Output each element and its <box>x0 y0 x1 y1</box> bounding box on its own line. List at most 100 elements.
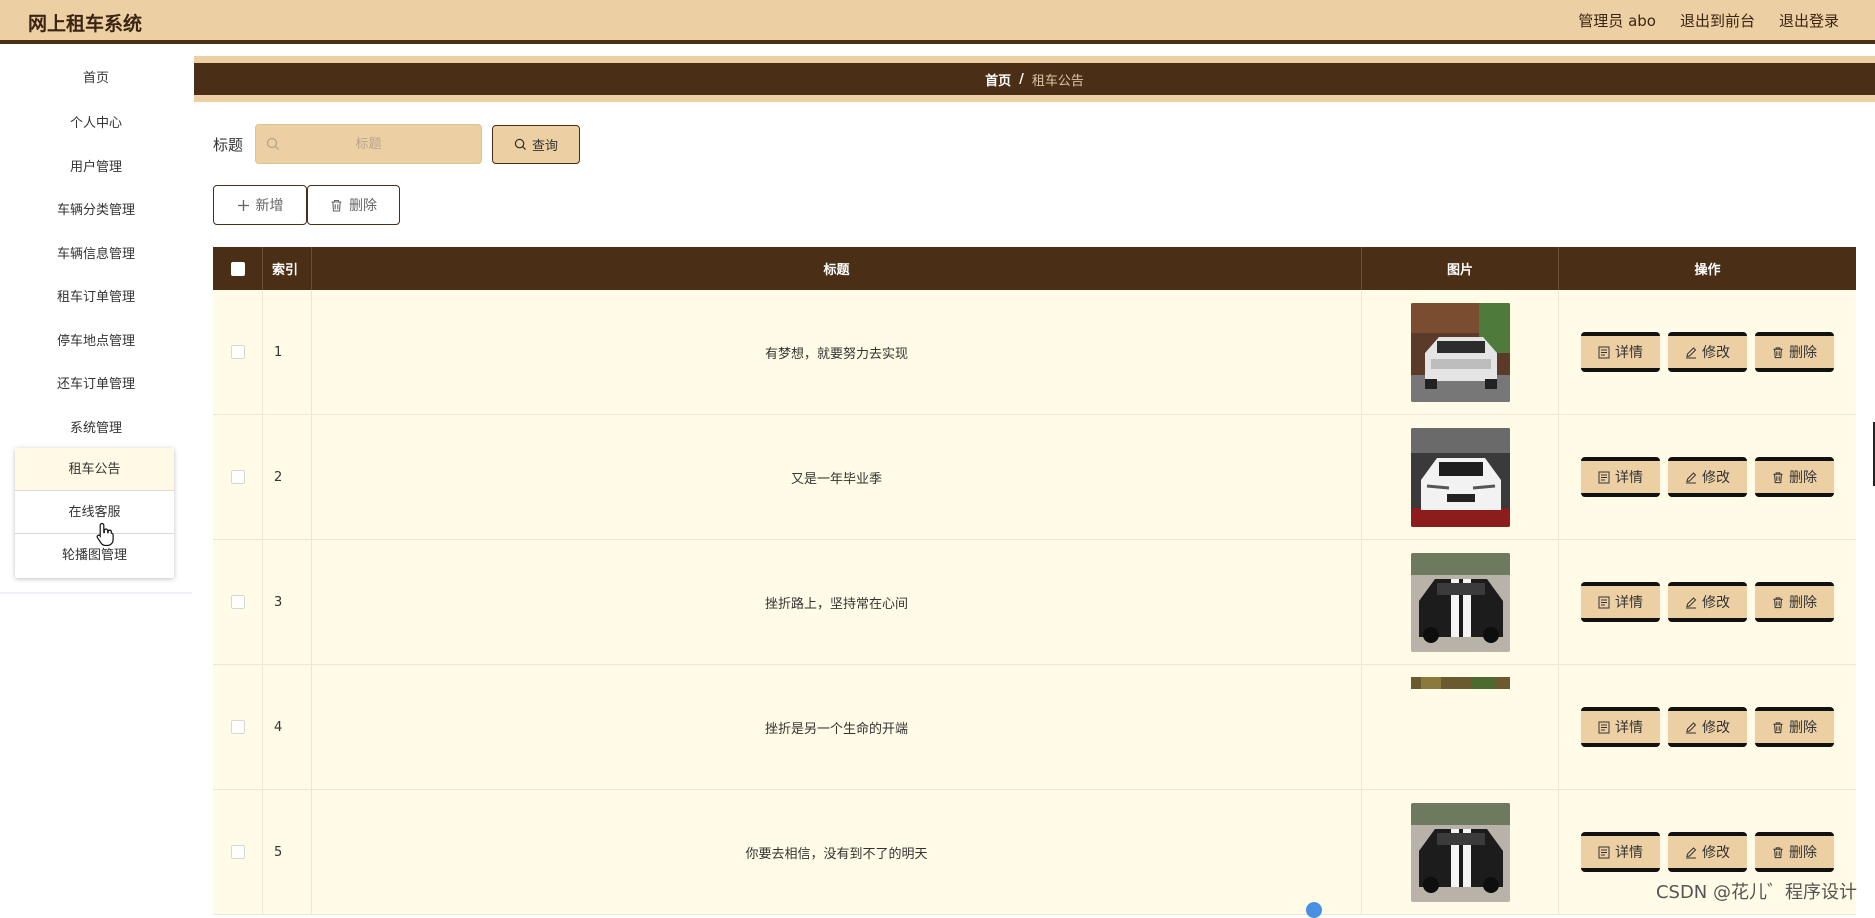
sidebar-item-vehicle-info[interactable]: 车辆信息管理 <box>0 237 192 273</box>
delete-button[interactable]: 删除 <box>1755 457 1834 497</box>
edit-button[interactable]: 修改 <box>1668 832 1747 872</box>
edit-label: 修改 <box>1702 845 1730 861</box>
delete-button[interactable]: 删除 <box>1755 707 1834 747</box>
system-submenu: 租车公告 在线客服 轮播图管理 <box>15 448 174 578</box>
row-check-cell <box>213 540 263 664</box>
plus-icon <box>237 199 249 211</box>
detail-button[interactable]: 详情 <box>1581 582 1660 622</box>
row-actions: 详情 修改 删除 <box>1559 415 1856 539</box>
edit-button[interactable]: 修改 <box>1668 707 1747 747</box>
row-index: 1 <box>263 290 312 414</box>
row-image-cell <box>1362 415 1559 539</box>
breadcrumb-separator: / <box>1019 71 1024 87</box>
detail-button[interactable]: 详情 <box>1581 832 1660 872</box>
row-index: 3 <box>263 540 312 664</box>
pencil-icon <box>1686 596 1697 608</box>
edit-button[interactable]: 修改 <box>1668 582 1747 622</box>
select-all-checkbox[interactable] <box>230 261 245 276</box>
admin-user-label: 管理员 abo <box>1578 12 1656 30</box>
document-icon <box>1598 846 1610 858</box>
sidebar-item-personal-center[interactable]: 个人中心 <box>0 106 192 142</box>
batch-delete-button[interactable]: 删除 <box>307 185 400 225</box>
row-checkbox[interactable] <box>230 720 245 734</box>
row-checkbox[interactable] <box>230 845 245 859</box>
trash-icon <box>1773 471 1783 483</box>
row-image-cell <box>1362 790 1559 914</box>
table-row: 4 挫折是另一个生命的开端 详情 修改 删除 <box>213 665 1856 790</box>
detail-button[interactable]: 详情 <box>1581 457 1660 497</box>
pencil-icon <box>1686 346 1697 358</box>
add-button[interactable]: 新增 <box>213 185 307 225</box>
breadcrumb-current: 租车公告 <box>1031 73 1084 89</box>
app-title: 网上租车系统 <box>28 13 143 35</box>
breadcrumb-home[interactable]: 首页 <box>985 70 1011 89</box>
edit-label: 修改 <box>1702 595 1730 611</box>
edit-label: 修改 <box>1702 470 1730 486</box>
sidebar-item-parking-locations[interactable]: 停车地点管理 <box>0 324 192 360</box>
delete-button[interactable]: 删除 <box>1755 582 1834 622</box>
delete-label: 删除 <box>1789 845 1817 861</box>
car-photo[interactable] <box>1410 427 1510 527</box>
detail-label: 详情 <box>1615 720 1643 736</box>
sidebar-item-system-management[interactable]: 系统管理 <box>0 411 192 447</box>
submenu-item-rental-notice[interactable]: 租车公告 <box>15 448 174 491</box>
sidebar-item-rental-orders[interactable]: 租车订单管理 <box>0 280 192 316</box>
trash-icon <box>1773 346 1783 358</box>
submenu-item-carousel[interactable]: 轮播图管理 <box>15 534 174 577</box>
car-photo-partial[interactable] <box>1410 677 1510 689</box>
sidebar-item-user-management[interactable]: 用户管理 <box>0 150 192 186</box>
search-title-input[interactable] <box>256 125 481 163</box>
detail-label: 详情 <box>1615 845 1643 861</box>
document-icon <box>1598 596 1610 608</box>
goto-frontend-link[interactable]: 退出到前台 <box>1680 10 1755 31</box>
detail-label: 详情 <box>1615 470 1643 486</box>
csdn-watermark: CSDN @花儿゛程序设计 <box>1655 882 1857 903</box>
query-button[interactable]: 查询 <box>492 125 580 164</box>
row-check-cell <box>213 790 263 914</box>
sidebar-item-vehicle-category[interactable]: 车辆分类管理 <box>0 193 192 229</box>
car-photo[interactable] <box>1410 802 1510 902</box>
header-select-all <box>213 247 263 290</box>
row-title: 你要去相信，没有到不了的明天 <box>312 790 1362 914</box>
row-image-cell <box>1362 665 1559 789</box>
car-photo[interactable] <box>1410 552 1510 652</box>
row-checkbox[interactable] <box>230 345 245 359</box>
car-photo[interactable] <box>1410 302 1510 402</box>
top-header: 网上租车系统 管理员 abo 退出到前台 退出登录 <box>0 0 1875 44</box>
hand-cursor-icon <box>96 522 114 546</box>
table-header: 索引 标题 图片 操作 <box>213 247 1856 290</box>
sidebar: 首页 个人中心 用户管理 车辆分类管理 车辆信息管理 租车订单管理 停车地点管理… <box>0 48 192 594</box>
detail-button[interactable]: 详情 <box>1581 707 1660 747</box>
delete-label: 删除 <box>1789 470 1817 486</box>
logout-link[interactable]: 退出登录 <box>1779 10 1839 31</box>
sidebar-item-return-orders[interactable]: 还车订单管理 <box>0 367 192 403</box>
trash-icon <box>1773 846 1783 858</box>
document-icon <box>1598 346 1610 358</box>
row-checkbox[interactable] <box>230 595 245 609</box>
row-checkbox[interactable] <box>230 470 245 484</box>
submenu-item-online-service[interactable]: 在线客服 <box>15 491 174 534</box>
pencil-icon <box>1686 846 1697 858</box>
pencil-icon <box>1686 721 1697 733</box>
edit-button[interactable]: 修改 <box>1668 332 1747 372</box>
batch-delete-label: 删除 <box>349 198 377 214</box>
header-title: 标题 <box>312 247 1362 290</box>
row-title: 有梦想，就要努力去实现 <box>312 290 1362 414</box>
sidebar-item-home[interactable]: 首页 <box>0 61 192 97</box>
breadcrumb-top-strip <box>194 56 1875 63</box>
search-title-label: 标题 <box>213 136 244 154</box>
detail-button[interactable]: 详情 <box>1581 332 1660 372</box>
detail-label: 详情 <box>1615 345 1643 361</box>
edit-label: 修改 <box>1702 720 1730 736</box>
edit-button[interactable]: 修改 <box>1668 457 1747 497</box>
delete-label: 删除 <box>1789 345 1817 361</box>
row-title: 又是一年毕业季 <box>312 415 1362 539</box>
delete-button[interactable]: 删除 <box>1755 832 1834 872</box>
row-index: 5 <box>263 790 312 914</box>
document-icon <box>1598 721 1610 733</box>
pencil-icon <box>1686 471 1697 483</box>
trash-icon <box>1773 721 1783 733</box>
delete-button[interactable]: 删除 <box>1755 332 1834 372</box>
table-row: 5 你要去相信，没有到不了的明天 详情 修改 删除 <box>213 790 1856 915</box>
header-actions: 管理员 abo 退出到前台 退出登录 <box>1578 10 1839 31</box>
